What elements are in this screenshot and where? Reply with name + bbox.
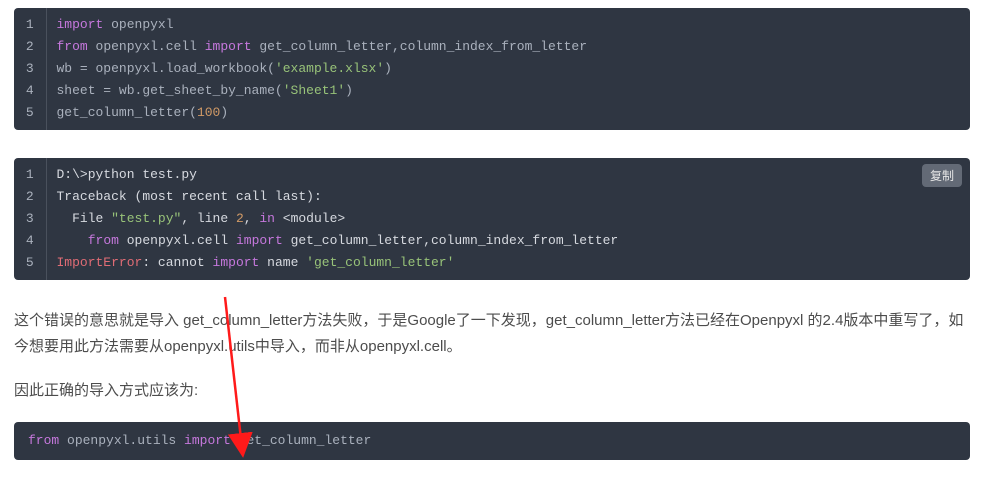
code-content: sheet = wb.get_sheet_by_name('Sheet1') xyxy=(46,80,970,102)
code-content: from openpyxl.utils import get_column_le… xyxy=(14,422,970,460)
line-number: 4 xyxy=(14,230,46,252)
code-content: get_column_letter(100) xyxy=(46,102,970,130)
code-line: 1import openpyxl xyxy=(14,8,970,36)
code-block-3: from openpyxl.utils import get_column_le… xyxy=(14,422,970,460)
explanation-paragraph-1: 这个错误的意思就是导入 get_column_letter方法失败，于是Goog… xyxy=(14,308,970,360)
code-table: from openpyxl.utils import get_column_le… xyxy=(14,422,970,460)
code-content: File "test.py", line 2, in <module> xyxy=(46,208,970,230)
code-line: 4 from openpyxl.cell import get_column_l… xyxy=(14,230,970,252)
line-number: 4 xyxy=(14,80,46,102)
code-tbody-1: 1import openpyxl2from openpyxl.cell impo… xyxy=(14,8,970,130)
code-content: ImportError: cannot import name 'get_col… xyxy=(46,252,970,280)
code-block-2: 复制 1D:\>python test.py2Traceback (most r… xyxy=(14,158,970,280)
line-number: 3 xyxy=(14,208,46,230)
line-number: 3 xyxy=(14,58,46,80)
code-line: 5ImportError: cannot import name 'get_co… xyxy=(14,252,970,280)
code-tbody-3: from openpyxl.utils import get_column_le… xyxy=(14,422,970,460)
code-line: 2Traceback (most recent call last): xyxy=(14,186,970,208)
code-tbody-2: 1D:\>python test.py2Traceback (most rece… xyxy=(14,158,970,280)
code-table: 1import openpyxl2from openpyxl.cell impo… xyxy=(14,8,970,130)
line-number: 1 xyxy=(14,158,46,186)
code-line: 3 File "test.py", line 2, in <module> xyxy=(14,208,970,230)
code-content: import openpyxl xyxy=(46,8,970,36)
code-line: 5get_column_letter(100) xyxy=(14,102,970,130)
code-line: from openpyxl.utils import get_column_le… xyxy=(14,422,970,460)
code-content: from openpyxl.cell import get_column_let… xyxy=(46,230,970,252)
code-content: D:\>python test.py xyxy=(46,158,970,186)
line-number: 2 xyxy=(14,36,46,58)
code-block-1: 1import openpyxl2from openpyxl.cell impo… xyxy=(14,8,970,130)
line-number: 5 xyxy=(14,252,46,280)
code-line: 4sheet = wb.get_sheet_by_name('Sheet1') xyxy=(14,80,970,102)
explanation-paragraph-2: 因此正确的导入方式应该为: xyxy=(14,378,970,404)
line-number: 1 xyxy=(14,8,46,36)
code-line: 3wb = openpyxl.load_workbook('example.xl… xyxy=(14,58,970,80)
line-number: 2 xyxy=(14,186,46,208)
code-table: 1D:\>python test.py2Traceback (most rece… xyxy=(14,158,970,280)
copy-button[interactable]: 复制 xyxy=(922,164,962,187)
code-content: Traceback (most recent call last): xyxy=(46,186,970,208)
code-content: from openpyxl.cell import get_column_let… xyxy=(46,36,970,58)
code-line: 2from openpyxl.cell import get_column_le… xyxy=(14,36,970,58)
line-number: 5 xyxy=(14,102,46,130)
code-content: wb = openpyxl.load_workbook('example.xls… xyxy=(46,58,970,80)
code-line: 1D:\>python test.py xyxy=(14,158,970,186)
